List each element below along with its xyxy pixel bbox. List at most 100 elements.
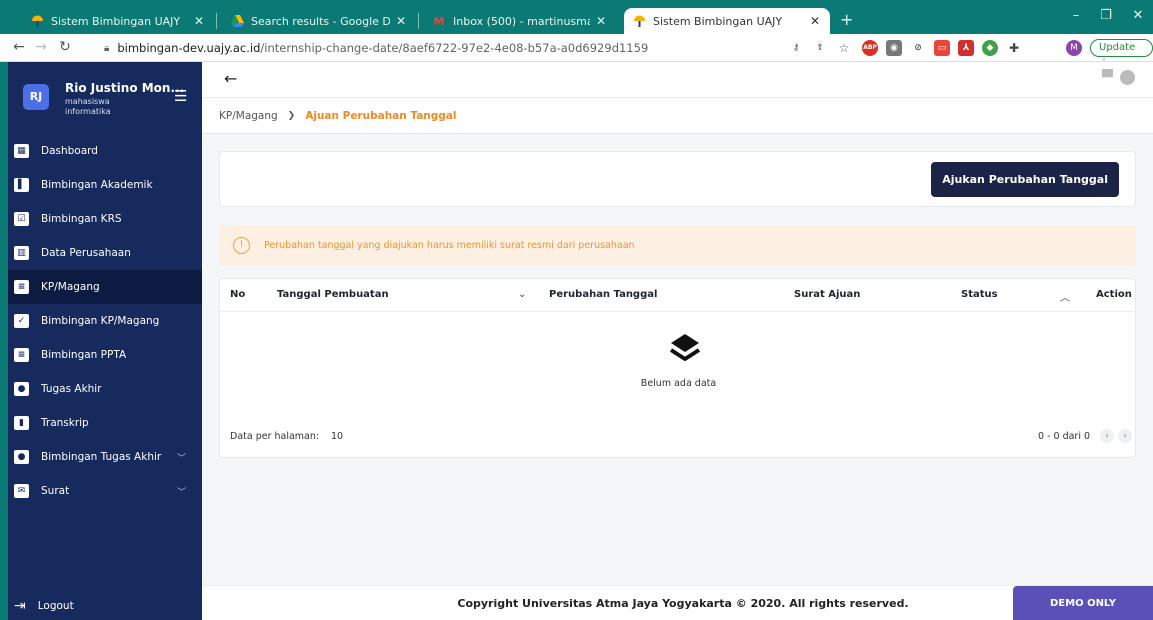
puzzle-icon[interactable]: ✚ [1006, 40, 1022, 56]
mail-icon: ✉ [14, 484, 29, 498]
tab-separator [418, 13, 419, 29]
book-icon: ▌ [14, 178, 29, 192]
user-program: informatika [65, 107, 111, 116]
copyright-text: Copyright Universitas Atma Jaya Yogyakar… [457, 597, 909, 610]
chevron-down-icon[interactable]: ⌄ [518, 289, 526, 300]
previous-page-button[interactable]: ‹ [1100, 429, 1114, 443]
browser-tab-active[interactable]: Sistem Bimbingan UAJY ✕ [624, 8, 830, 34]
sidebar-item-label: KP/Magang [41, 281, 100, 293]
logout-button[interactable]: ⇥ Logout [14, 598, 74, 614]
star-icon[interactable]: ☆ [836, 40, 852, 56]
data-table: No Tanggal Pembuatan ⌄ Perubahan Tanggal… [219, 278, 1137, 458]
sidebar: RJ Rio Justino Mon... mahasiswa informat… [8, 62, 202, 620]
url-path: /internship-change-date/8aef6722-97e2-4e… [260, 41, 649, 55]
action-card: Ajukan Perubahan Tanggal [219, 151, 1136, 207]
profile-avatar[interactable]: M [1066, 40, 1082, 56]
column-header-status[interactable]: Status [961, 289, 998, 300]
pdf-icon[interactable]: ⅄ [958, 40, 974, 56]
id-card-icon: ● [14, 382, 29, 396]
close-icon[interactable]: ✕ [192, 14, 206, 28]
browser-tab[interactable]: Sistem Bimbingan UAJY ✕ [22, 8, 214, 34]
close-window-button[interactable]: ✕ [1128, 8, 1148, 23]
close-icon[interactable]: ✕ [394, 14, 408, 28]
sidebar-item-bimbingan-akademik[interactable]: ▌ Bimbingan Akademik [8, 168, 202, 202]
sidebar-item-bimbingan-krs[interactable]: ☑ Bimbingan KRS [8, 202, 202, 236]
per-page-select[interactable]: 10 [331, 431, 343, 442]
sidebar-item-label: Bimbingan PPTA [41, 349, 127, 361]
empty-state-text: Belum ada data [640, 378, 717, 389]
sidebar-item-label: Dashboard [41, 145, 98, 157]
sidebar-item-label: Bimbingan KRS [41, 213, 122, 225]
sidebar-item-label: Transkrip [41, 417, 89, 429]
sidebar-item-bimbingan-kp-magang[interactable]: ✓ Bimbingan KP/Magang [8, 304, 202, 338]
clipboard-icon: ≡ [14, 280, 29, 294]
close-icon[interactable]: ✕ [594, 14, 608, 28]
key-icon[interactable]: ⚷ [788, 40, 804, 56]
next-page-button[interactable]: › [1118, 429, 1132, 443]
sidebar-item-label: Bimbingan Tugas Akhir [41, 451, 162, 463]
hamburger-menu-icon[interactable]: ☰ [174, 87, 187, 105]
building-icon: ▥ [14, 246, 29, 260]
footer: Copyright Universitas Atma Jaya Yogyakar… [202, 585, 1153, 620]
chart-icon: ▮ [14, 416, 29, 430]
sidebar-item-label: Bimbingan Akademik [41, 179, 153, 191]
sidebar-item-data-perusahaan[interactable]: ▥ Data Perusahaan [8, 236, 202, 270]
sidebar-item-bimbingan-ppta[interactable]: ≡ Bimbingan PPTA [8, 338, 202, 372]
minimize-button[interactable]: – [1066, 8, 1086, 23]
browser-tab[interactable]: Search results - Google Drive ✕ [222, 8, 416, 34]
uajy-logo-icon [30, 14, 44, 28]
update-button[interactable]: Update ⋮ [1090, 39, 1153, 69]
chevron-up-icon[interactable]: ︿ [1060, 289, 1070, 304]
back-arrow-icon[interactable]: ← [224, 69, 237, 88]
chat-icon[interactable]: ▀ [1102, 70, 1113, 86]
sidebar-item-surat[interactable]: ✉ Surat ﹀ [8, 474, 202, 508]
sidebar-item-kp-magang[interactable]: ≡ KP/Magang [8, 270, 202, 304]
sidebar-item-label: Data Perusahaan [41, 247, 131, 259]
top-bar: ← ▀ [202, 62, 1153, 98]
user-role: mahasiswa [65, 97, 110, 106]
user-icon[interactable] [1120, 70, 1135, 85]
adblock-icon[interactable]: ABP [862, 40, 878, 56]
google-drive-icon [230, 14, 244, 28]
column-header-tanggal-pembuatan[interactable]: Tanggal Pembuatan [277, 289, 389, 300]
warning-alert: ! Perubahan tanggal yang diajukan harus … [219, 225, 1136, 266]
dropbox-icon[interactable]: ◆ [982, 40, 998, 56]
breadcrumb-parent[interactable]: KP/Magang [219, 110, 278, 122]
new-tab-button[interactable]: + [840, 10, 853, 29]
reload-button[interactable]: ↻ [56, 39, 74, 55]
sidebar-item-bimbingan-tugas-akhir[interactable]: ● Bimbingan Tugas Akhir ﹀ [8, 440, 202, 474]
breadcrumb: KP/Magang ❯ Ajuan Perubahan Tanggal [202, 98, 1153, 134]
cast-icon[interactable]: ▭ [934, 40, 950, 56]
layers-icon [669, 334, 701, 361]
camera-icon[interactable]: ◉ [886, 40, 902, 56]
pagination-info: 0 - 0 dari 0 [1038, 431, 1091, 442]
clipboard-user-icon: ● [14, 450, 29, 464]
browser-tab[interactable]: M Inbox (500) - martinusmaslim122 ✕ [424, 8, 616, 34]
gmail-icon: M [433, 14, 445, 28]
restore-button[interactable]: ❐ [1096, 8, 1116, 23]
column-header-perubahan-tanggal: Perubahan Tanggal [549, 289, 658, 300]
column-header-surat-ajuan: Surat Ajuan [794, 289, 861, 300]
alert-circle-icon: ! [233, 237, 250, 254]
sidebar-item-tugas-akhir[interactable]: ● Tugas Akhir [8, 372, 202, 406]
submit-date-change-button[interactable]: Ajukan Perubahan Tanggal [931, 162, 1119, 197]
table-header: No Tanggal Pembuatan ⌄ Perubahan Tanggal… [220, 279, 1137, 312]
main-content: ← ▀ KP/Magang ❯ Ajuan Perubahan Tanggal … [202, 62, 1153, 620]
chevron-right-icon: ❯ [287, 110, 296, 121]
forward-button[interactable]: → [32, 39, 50, 55]
file-icon: ≡ [14, 348, 29, 362]
share-icon[interactable]: ⇪ [812, 40, 828, 56]
sidebar-item-label: Tugas Akhir [41, 383, 102, 395]
close-icon[interactable]: ✕ [808, 14, 822, 28]
lock-icon: 🔒︎ [104, 42, 110, 54]
dashboard-icon: ▦ [14, 144, 29, 158]
block-icon[interactable]: ⊘ [910, 40, 926, 56]
sidebar-item-transkrip[interactable]: ▮ Transkrip [8, 406, 202, 440]
back-button[interactable]: ← [10, 39, 28, 55]
logout-label: Logout [37, 600, 74, 612]
sidebar-item-dashboard[interactable]: ▦ Dashboard [8, 134, 202, 168]
browser-toolbar: ← → ↻ 🔒︎ bimbingan-dev.uajy.ac.id/intern… [0, 34, 1153, 69]
sidebar-item-label: Bimbingan KP/Magang [41, 315, 160, 327]
sidebar-menu: ▦ Dashboard ▌ Bimbingan Akademik ☑ Bimbi… [8, 134, 202, 508]
address-bar[interactable]: 🔒︎ bimbingan-dev.uajy.ac.id/internship-c… [104, 37, 764, 59]
